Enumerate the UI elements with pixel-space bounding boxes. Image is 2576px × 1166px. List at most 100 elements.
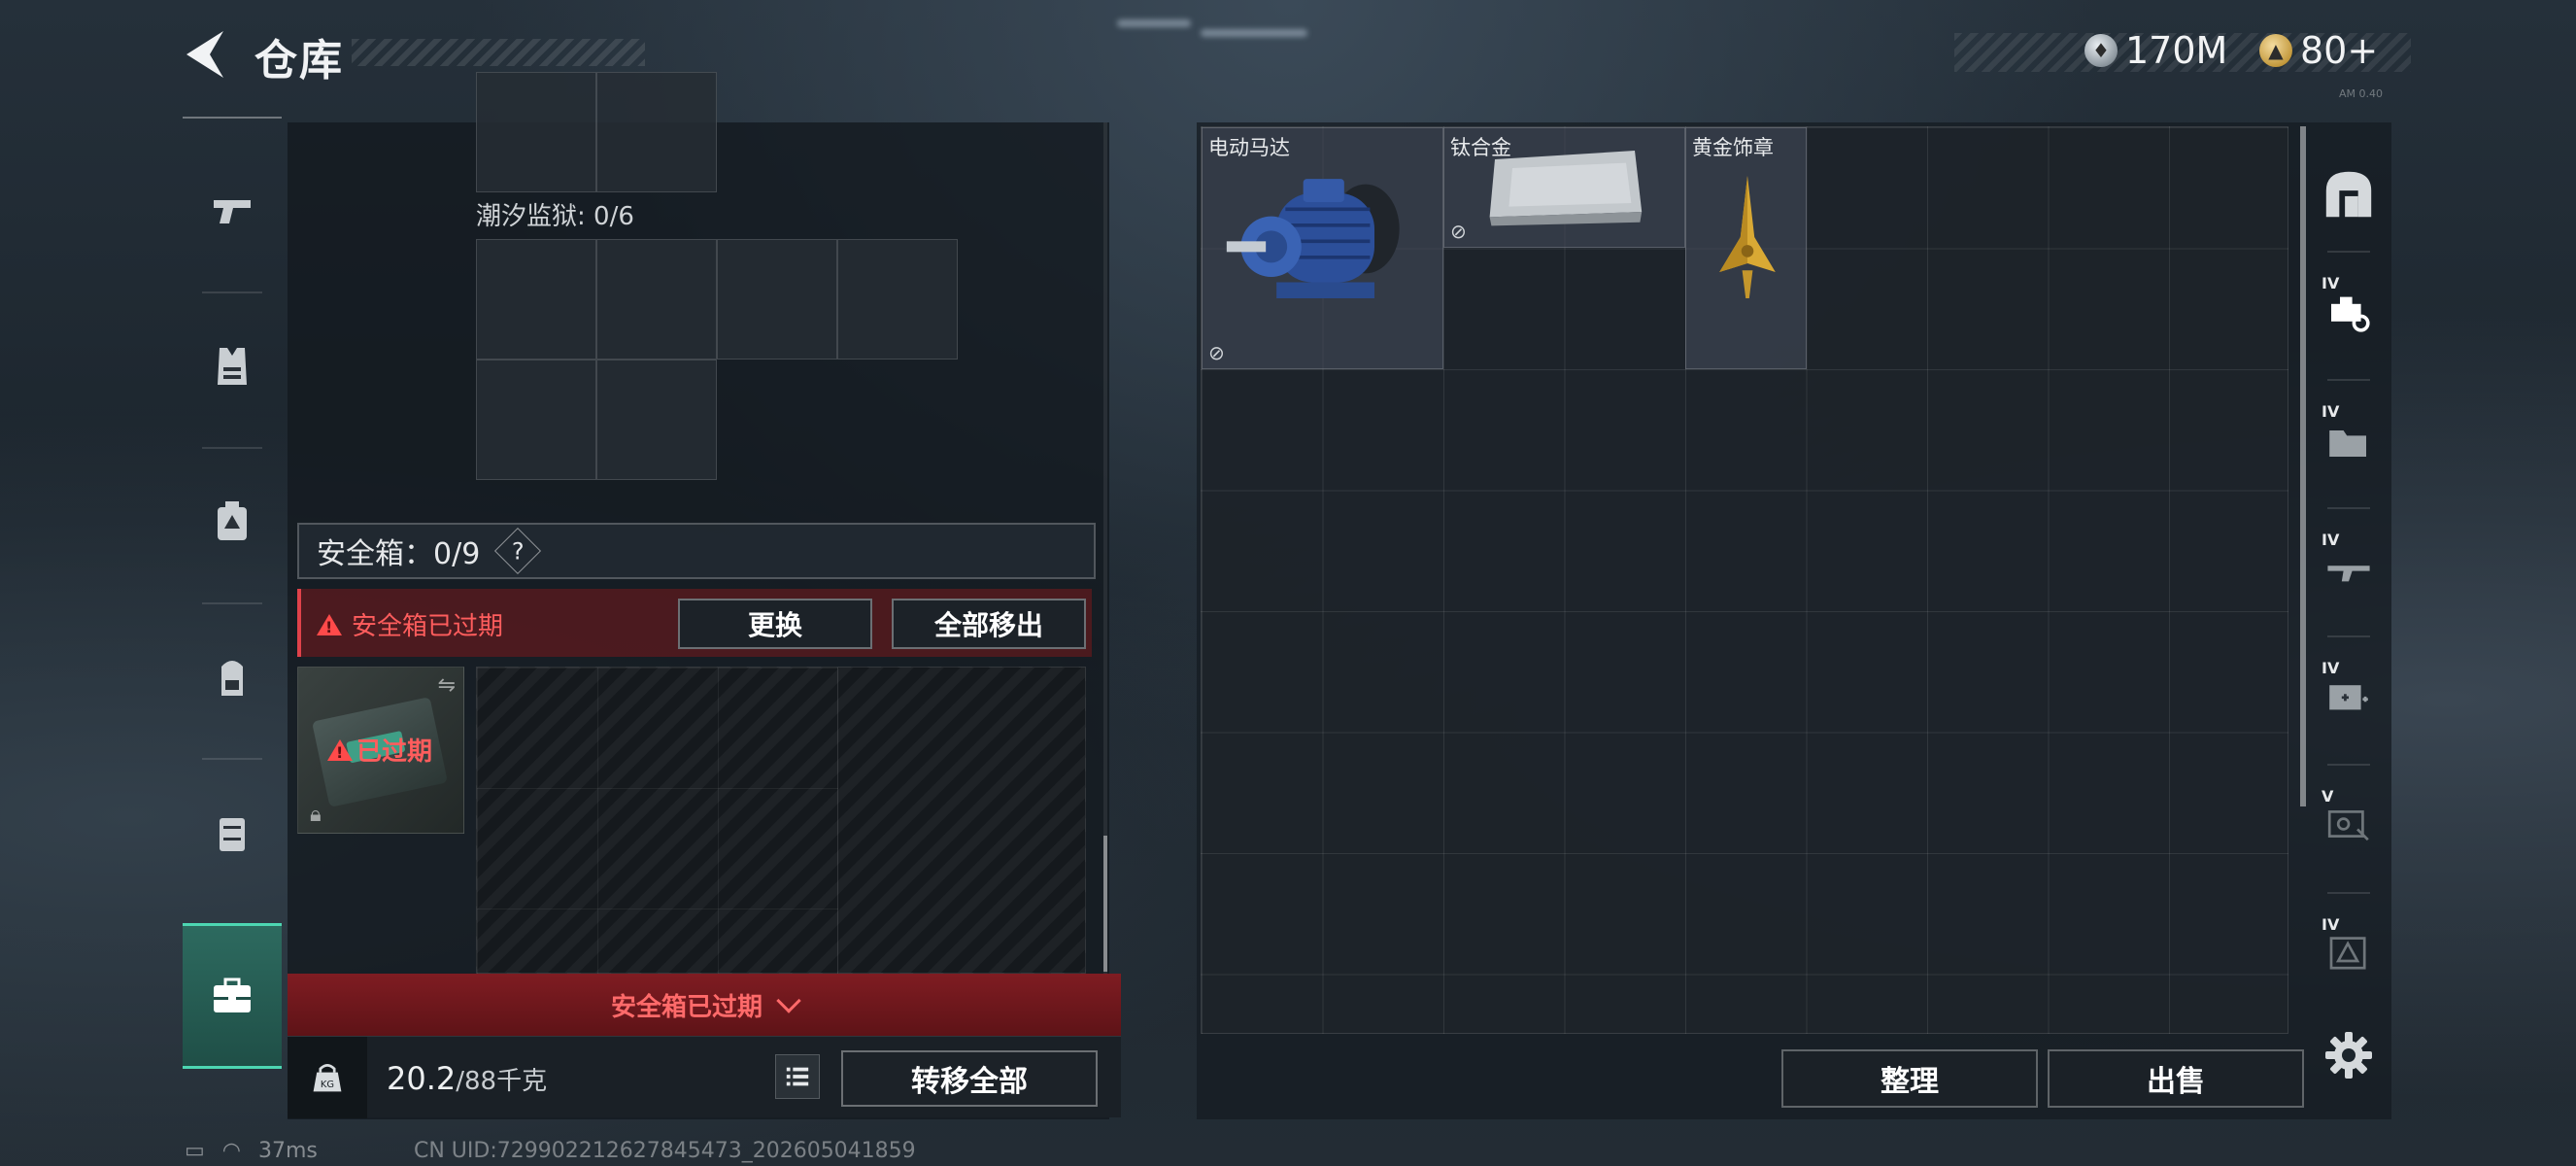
rail-divider xyxy=(2327,635,2370,637)
weapon-parts-icon xyxy=(2331,296,2370,332)
safebox-item[interactable]: ⇋ 已过期 🔒︎ xyxy=(297,667,464,834)
silver-currency[interactable]: ♦ 170M xyxy=(2085,29,2227,72)
back-button[interactable] xyxy=(181,27,229,82)
vest-icon xyxy=(218,348,247,385)
back-arrow-icon xyxy=(186,31,223,78)
settings-button[interactable] xyxy=(2322,1028,2376,1082)
safebox-capacity: 安全箱：0/9 xyxy=(317,537,481,571)
filter-weapon-parts[interactable]: IV xyxy=(2312,262,2386,360)
swap-icon: ⇋ xyxy=(437,673,456,698)
gold-currency[interactable]: ▲ 80+ xyxy=(2259,29,2378,72)
status-bar: ▭ ◠ 37ms xyxy=(185,1139,318,1163)
ceiling-light xyxy=(1117,19,1191,27)
gold-coin-icon: ▲ xyxy=(2259,34,2292,67)
container-label: 潮汐监狱: 0/6 xyxy=(476,202,634,231)
container-slot[interactable] xyxy=(596,360,717,480)
container-slot[interactable] xyxy=(837,239,958,360)
weight-current: 20.2 xyxy=(387,1060,457,1097)
warning-icon xyxy=(317,613,342,636)
filter-documents[interactable]: IV xyxy=(2312,391,2386,488)
category-weapon[interactable] xyxy=(183,138,282,284)
list-icon xyxy=(786,1067,809,1086)
list-view-button[interactable] xyxy=(775,1054,820,1099)
weight-icon: KG xyxy=(313,1064,342,1092)
category-rig[interactable] xyxy=(183,449,282,595)
safebox-status: 已过期 xyxy=(327,732,432,768)
category-backpack[interactable] xyxy=(183,604,282,750)
category-pouch[interactable] xyxy=(183,760,282,906)
filter-all[interactable] xyxy=(2312,146,2386,243)
item-gold-emblem[interactable]: 黄金饰章 xyxy=(1685,127,1807,369)
container-slot[interactable] xyxy=(717,239,837,360)
tier-label: IV xyxy=(2322,659,2340,677)
page-title: 仓库 xyxy=(254,36,344,86)
tier-label: IV xyxy=(2322,402,2340,421)
item-electric-motor[interactable]: 电动马达 ⊘ xyxy=(1202,127,1443,369)
category-rail xyxy=(183,117,282,1088)
item-name: 黄金饰章 xyxy=(1692,136,1774,159)
filter-weapons[interactable]: IV xyxy=(2312,519,2386,616)
safebox-grid-cells xyxy=(477,668,838,975)
container-slot[interactable] xyxy=(476,239,596,360)
expired-footer[interactable]: 安全箱已过期 xyxy=(288,974,1121,1036)
filter-keys[interactable]: V xyxy=(2312,775,2386,873)
no-trade-icon: ⊘ xyxy=(1450,220,1467,243)
safebox-expired-bar: 安全箱已过期 更换 全部移出 xyxy=(297,589,1092,657)
weight-lock[interactable]: KG xyxy=(288,1037,367,1118)
collectible-icon xyxy=(2329,937,2366,970)
filter-medical[interactable]: IV xyxy=(2312,647,2386,744)
equipment-scrollbar-thumb[interactable] xyxy=(1103,836,1107,972)
ping-value: 37ms xyxy=(258,1139,318,1163)
category-armor[interactable] xyxy=(183,293,282,439)
help-button[interactable]: ? xyxy=(494,527,542,575)
stash-grid[interactable]: 电动马达 ⊘ 钛合金 ⊘ 黄金饰章 xyxy=(1201,126,2288,1034)
title-decoration xyxy=(352,39,645,66)
tier-label: IV xyxy=(2322,531,2340,549)
safebox-grid[interactable] xyxy=(476,667,1086,975)
safebox-icon xyxy=(214,977,251,1012)
sell-button[interactable]: 出售 xyxy=(2048,1049,2304,1108)
titanium-alloy-image xyxy=(1489,151,1643,226)
medkit-icon xyxy=(2329,685,2368,710)
expired-notice: 安全箱已过期 xyxy=(317,606,503,642)
electric-motor-image xyxy=(1226,179,1400,298)
safebox-status-text: 已过期 xyxy=(356,737,433,767)
rail-divider xyxy=(2327,764,2370,766)
lock-icon: 🔒︎ xyxy=(310,803,322,827)
rifle-icon xyxy=(2327,566,2370,582)
chevron-down-icon xyxy=(776,988,801,1013)
silver-coin-icon: ♦ xyxy=(2085,34,2118,67)
filter-rail: IV IV IV IV V IV xyxy=(2312,136,2386,1040)
rail-divider xyxy=(2327,507,2370,509)
gear-icon xyxy=(2325,1032,2372,1079)
container-slot[interactable] xyxy=(476,360,596,480)
stash-scrollbar[interactable] xyxy=(2300,126,2306,806)
item-name: 电动马达 xyxy=(1208,136,1290,159)
filter-collectibles[interactable]: IV xyxy=(2312,904,2386,1001)
transfer-all-button[interactable]: 转移全部 xyxy=(841,1050,1098,1107)
container-slot[interactable] xyxy=(596,239,717,360)
wifi-icon: ◠ xyxy=(221,1139,241,1163)
silver-amount: 170M xyxy=(2125,29,2228,72)
item-titanium-alloy[interactable]: 钛合金 ⊘ xyxy=(1443,127,1685,248)
tier-label: IV xyxy=(2322,915,2340,934)
replace-button[interactable]: 更换 xyxy=(678,599,872,649)
container-slot[interactable] xyxy=(596,72,717,192)
safebox-header: 安全箱：0/9 ? xyxy=(297,523,1096,579)
tier-label: IV xyxy=(2322,274,2340,292)
help-mark: ? xyxy=(511,537,525,565)
ceiling-light xyxy=(1201,29,1307,37)
tier-label: V xyxy=(2322,787,2334,806)
weight-readout: 20.2/88千克 xyxy=(387,1060,547,1097)
rail-divider xyxy=(2327,892,2370,894)
svg-text:KG: KG xyxy=(321,1080,334,1090)
category-safebox[interactable] xyxy=(183,923,282,1069)
expired-footer-text: 安全箱已过期 xyxy=(610,992,763,1022)
rail-divider xyxy=(2327,251,2370,253)
weight-bar: KG 20.2/88千克 转移全部 xyxy=(288,1036,1121,1118)
rig-icon xyxy=(218,501,247,540)
remove-all-button[interactable]: 全部移出 xyxy=(892,599,1086,649)
sort-button[interactable]: 整理 xyxy=(1781,1049,2038,1108)
container-slot[interactable] xyxy=(476,72,596,192)
pouch-icon xyxy=(220,818,245,851)
